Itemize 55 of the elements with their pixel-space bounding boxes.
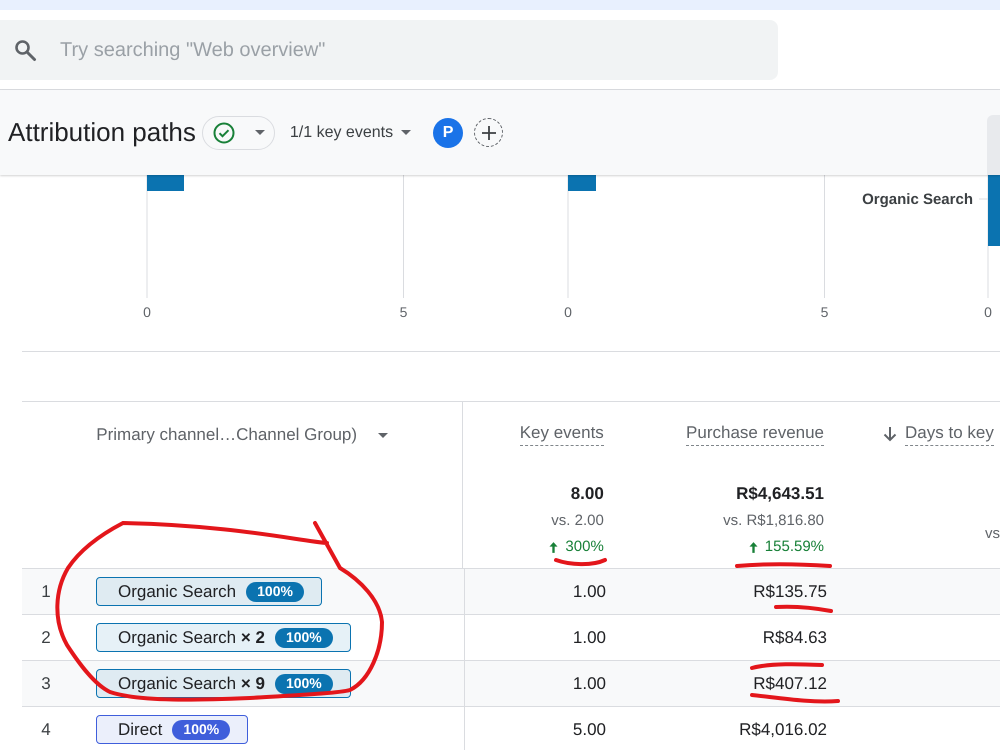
row-number: 4 xyxy=(40,718,52,741)
chart-bar xyxy=(568,175,596,191)
total-value: 8.00 xyxy=(570,483,604,505)
change-percent: 155.59% xyxy=(764,537,824,557)
table-cell-text: R$4,016.02 xyxy=(739,718,827,741)
category-label: Organic Search xyxy=(862,191,973,208)
axis-tick-label: 5 xyxy=(400,304,408,320)
axis-tick-label: 5 xyxy=(820,304,828,320)
annotation-underline xyxy=(554,558,607,566)
page-title: Attribution paths xyxy=(8,116,196,149)
comparison-value: vs. R$1,816.80 xyxy=(723,511,824,531)
chart-bar xyxy=(147,175,184,191)
caret-icon xyxy=(401,130,412,135)
check-circle-icon xyxy=(212,122,235,144)
chart-bar xyxy=(988,175,1000,246)
change-percent: 300% xyxy=(565,537,604,557)
table-cell-text: R$135.75 xyxy=(753,580,827,603)
column-header[interactable]: Purchase revenue xyxy=(686,421,824,446)
column-header[interactable]: Key events xyxy=(520,421,604,446)
add-comparison-button[interactable] xyxy=(474,118,504,147)
status-dropdown[interactable] xyxy=(202,116,275,150)
annotation-underline xyxy=(774,604,833,613)
search-icon xyxy=(13,38,37,62)
channel-name: Organic Search × 9 xyxy=(118,672,265,695)
total-value: R$4,643.51 xyxy=(736,483,824,505)
axis-tick-label: 0 xyxy=(564,304,572,320)
caret-icon xyxy=(254,130,265,135)
comparison-value: vs. 2.00 xyxy=(551,511,604,531)
arrow-down-icon xyxy=(883,426,898,442)
row-number: 1 xyxy=(40,580,52,603)
search-field[interactable]: Try searching "Web overview" xyxy=(0,20,778,80)
row-number: 3 xyxy=(40,672,52,695)
comparison-avatar[interactable]: P xyxy=(433,118,464,148)
share-badge: 100% xyxy=(172,720,230,740)
comparison-value: vs xyxy=(985,524,1000,544)
channel-name: Organic Search xyxy=(118,580,236,603)
share-badge: 100% xyxy=(274,628,333,648)
dimension-dropdown[interactable]: Primary channel…Channel Group) xyxy=(96,423,388,447)
share-badge: 100% xyxy=(246,582,304,602)
table-cell-text: 1.00 xyxy=(572,672,606,695)
axis-tick-label: 0 xyxy=(143,304,151,320)
table-cell-text: 1.00 xyxy=(572,580,606,603)
key-events-dropdown[interactable]: 1/1 key events xyxy=(290,120,412,144)
table-cell-text: 5.00 xyxy=(572,718,606,741)
row-number: 2 xyxy=(40,626,52,649)
table-cell-text: R$407.12 xyxy=(753,672,827,695)
caret-icon xyxy=(378,432,388,438)
axis-tick-label: 0 xyxy=(984,304,992,320)
channel-name: Direct xyxy=(118,718,162,741)
table-cell-text: R$84.63 xyxy=(762,626,827,649)
table-cell-text: 1.00 xyxy=(572,626,606,649)
column-header[interactable]: Days to key xyxy=(883,421,994,446)
share-badge: 100% xyxy=(274,674,333,694)
channel-name: Organic Search × 2 xyxy=(118,626,265,649)
plus-icon xyxy=(480,124,497,140)
